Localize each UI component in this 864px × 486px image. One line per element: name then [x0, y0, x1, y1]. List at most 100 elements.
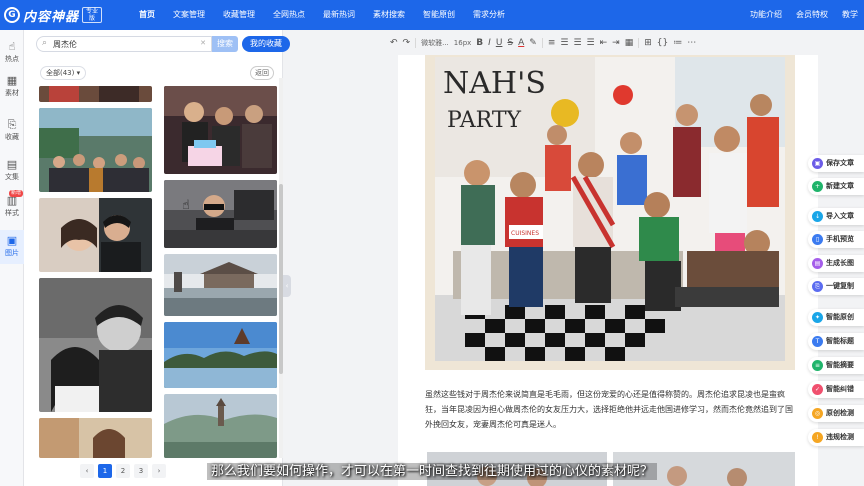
nav-item-demand-analysis[interactable]: 需求分析 [464, 0, 514, 30]
rail-item-material[interactable]: ▦ 素材 [0, 70, 24, 104]
rail-item-label: 收藏 [5, 133, 19, 141]
indent-decrease-button[interactable]: ⇤ [600, 38, 608, 48]
mobile-preview-button[interactable]: ▯ 手机预览 [808, 231, 864, 248]
party-sign-text: NAH'S [443, 66, 546, 101]
nav-member-privileges[interactable]: 会员特权 [796, 0, 828, 30]
video-subtitle: 那么我们要如何操作，才可以在第一时间查找到往期使用过的心仪的素材呢？ [0, 460, 864, 480]
highlight-icon[interactable]: ✎ [529, 38, 537, 48]
ai-proofread-icon: ✓ [812, 384, 823, 395]
align-left-icon[interactable]: ☰ [560, 38, 568, 48]
list-button[interactable]: ≔ [673, 38, 682, 48]
image-thumbnail[interactable] [164, 322, 277, 388]
copy-icon: ⎘ [812, 281, 823, 292]
collection-icon: ▤ [6, 158, 18, 171]
search-button[interactable]: 搜索 [212, 36, 238, 52]
article-body-text[interactable]: 虽然这些钱对于周杰伦来说简直是毛毛雨，但这份宠爱的心还是值得称赞的。周杰伦追求昆… [425, 387, 797, 432]
bold-button[interactable]: B [476, 38, 483, 48]
rail-item-collect[interactable]: ⎘ 收藏 [0, 114, 24, 148]
italic-button[interactable]: I [488, 38, 491, 48]
rail-item-label: 文集 [5, 173, 19, 181]
indent-increase-button[interactable]: ⇥ [612, 38, 620, 48]
align-center-icon[interactable]: ☰ [573, 38, 581, 48]
panel-scrollbar[interactable] [279, 78, 283, 458]
generate-long-image-button[interactable]: ▤ 生成长图 [808, 255, 864, 272]
code-button[interactable]: {} [657, 38, 668, 48]
image-thumbnail[interactable] [164, 180, 277, 248]
search-input[interactable]: ⌕ 周杰伦 ✕ [36, 36, 212, 52]
font-size-select[interactable]: 16px [454, 39, 472, 47]
image-icon: ▣ [6, 234, 18, 247]
image-thumbnail[interactable] [39, 198, 152, 272]
nav-item-hot-words[interactable]: 最新热词 [314, 0, 364, 30]
top-nav-bar: G 内容神器 专业版 首页 文案管理 收藏管理 全网热点 最新热词 素材搜索 智… [0, 0, 864, 30]
image-thumbnail[interactable] [39, 86, 152, 102]
image-thumbnail[interactable] [164, 86, 277, 174]
collect-icon: ⎘ [7, 118, 17, 131]
violation-check-button[interactable]: ! 违规检测 [808, 429, 864, 446]
article-photo[interactable]: NAH'S PARTY CUISINES [425, 55, 795, 370]
strikethrough-button[interactable]: S [507, 38, 513, 48]
rail-item-collection[interactable]: ▤ 文集 [0, 154, 24, 188]
ai-proofread-button[interactable]: ✓ 智能纠错 [808, 381, 864, 398]
one-click-copy-button[interactable]: ⎘ 一键复制 [808, 278, 864, 295]
save-icon: ▣ [812, 158, 823, 169]
main-nav: 首页 文案管理 收藏管理 全网热点 最新热词 素材搜索 智能原创 需求分析 [130, 0, 514, 30]
rail-item-style[interactable]: 新增 ▥ 样式 [0, 190, 24, 224]
ai-original-button[interactable]: ✦ 智能原创 [808, 309, 864, 326]
new-article-button[interactable]: + 新建文章 [808, 178, 864, 195]
import-icon: ↓ [812, 211, 823, 222]
original-check-icon: ◎ [812, 408, 823, 419]
ai-original-icon: ✦ [812, 312, 823, 323]
editor-toolbar: ↶ ↷ 微软雅... 16px B I U S A ✎ ≡ ☰ ☰ ☰ ⇤ ⇥ … [390, 33, 830, 53]
font-color-button[interactable]: A [518, 38, 524, 48]
redo-icon[interactable]: ↷ [403, 38, 411, 48]
rail-item-hot[interactable]: ☝ 热点 [0, 36, 24, 70]
nav-item-copy-manage[interactable]: 文案管理 [164, 0, 214, 30]
more-button[interactable]: ⋯ [687, 38, 696, 48]
image-thumbnail[interactable] [39, 278, 152, 412]
party-sign-text-2: PARTY [447, 108, 522, 133]
save-article-button[interactable]: ▣ 保存文章 [808, 155, 864, 172]
logo-text: 内容神器 [23, 9, 80, 25]
tool-rail: ☝ 热点 ▦ 素材 ⎘ 收藏 ▤ 文集 新增 ▥ 样式 ▣ 图片 [0, 30, 24, 486]
line-height-button[interactable]: ≡ [548, 38, 556, 48]
my-favorites-button[interactable]: 我的收藏 [242, 36, 290, 52]
back-button[interactable]: 返回 [250, 66, 274, 80]
clear-icon[interactable]: ✕ [200, 39, 206, 47]
phone-icon: ▯ [812, 234, 823, 245]
new-badge: 新增 [8, 190, 23, 197]
insert-image-button[interactable]: ▦ [625, 38, 634, 48]
nav-item-home[interactable]: 首页 [130, 0, 164, 30]
original-check-button[interactable]: ◎ 原创检测 [808, 405, 864, 422]
image-thumbnail[interactable] [39, 108, 152, 192]
search-icon: ⌕ [42, 38, 48, 48]
mouse-cursor-icon: ☝ [182, 198, 190, 213]
long-image-icon: ▤ [812, 258, 823, 269]
rail-item-label: 素材 [5, 89, 19, 97]
ai-summary-button[interactable]: ≡ 智能摘要 [808, 357, 864, 374]
underline-button[interactable]: U [496, 38, 503, 48]
font-family-select[interactable]: 微软雅... [421, 38, 449, 48]
align-right-icon[interactable]: ☰ [587, 38, 595, 48]
hand-icon: ☝ [8, 40, 16, 53]
nav-item-ai-original[interactable]: 智能原创 [414, 0, 464, 30]
import-article-button[interactable]: ↓ 导入文章 [808, 208, 864, 225]
undo-icon[interactable]: ↶ [390, 38, 398, 48]
nav-feature-intro[interactable]: 功能介绍 [750, 0, 782, 30]
nav-item-hot-topics[interactable]: 全网热点 [264, 0, 314, 30]
nav-right: 功能介绍 会员特权 教学 [750, 0, 858, 30]
rail-item-image[interactable]: ▣ 图片 [0, 230, 24, 264]
nav-item-favorites-manage[interactable]: 收藏管理 [214, 0, 264, 30]
ai-title-icon: T [812, 336, 823, 347]
nav-tutorial[interactable]: 教学 [842, 0, 858, 30]
filter-dropdown[interactable]: 全部(43) ▾ [40, 66, 87, 80]
image-thumbnail[interactable] [164, 394, 277, 458]
image-thumbnail[interactable] [164, 254, 277, 316]
app-logo[interactable]: G 内容神器 专业版 [4, 5, 103, 25]
collapse-panel-handle[interactable]: ‹ [283, 275, 291, 297]
nav-item-material-search[interactable]: 素材搜索 [364, 0, 414, 30]
ai-title-button[interactable]: T 智能标题 [808, 333, 864, 350]
search-row: ⌕ 周杰伦 ✕ 搜索 我的收藏 [36, 36, 290, 52]
insert-table-button[interactable]: ⊞ [644, 38, 652, 48]
image-thumbnail[interactable] [39, 418, 152, 458]
